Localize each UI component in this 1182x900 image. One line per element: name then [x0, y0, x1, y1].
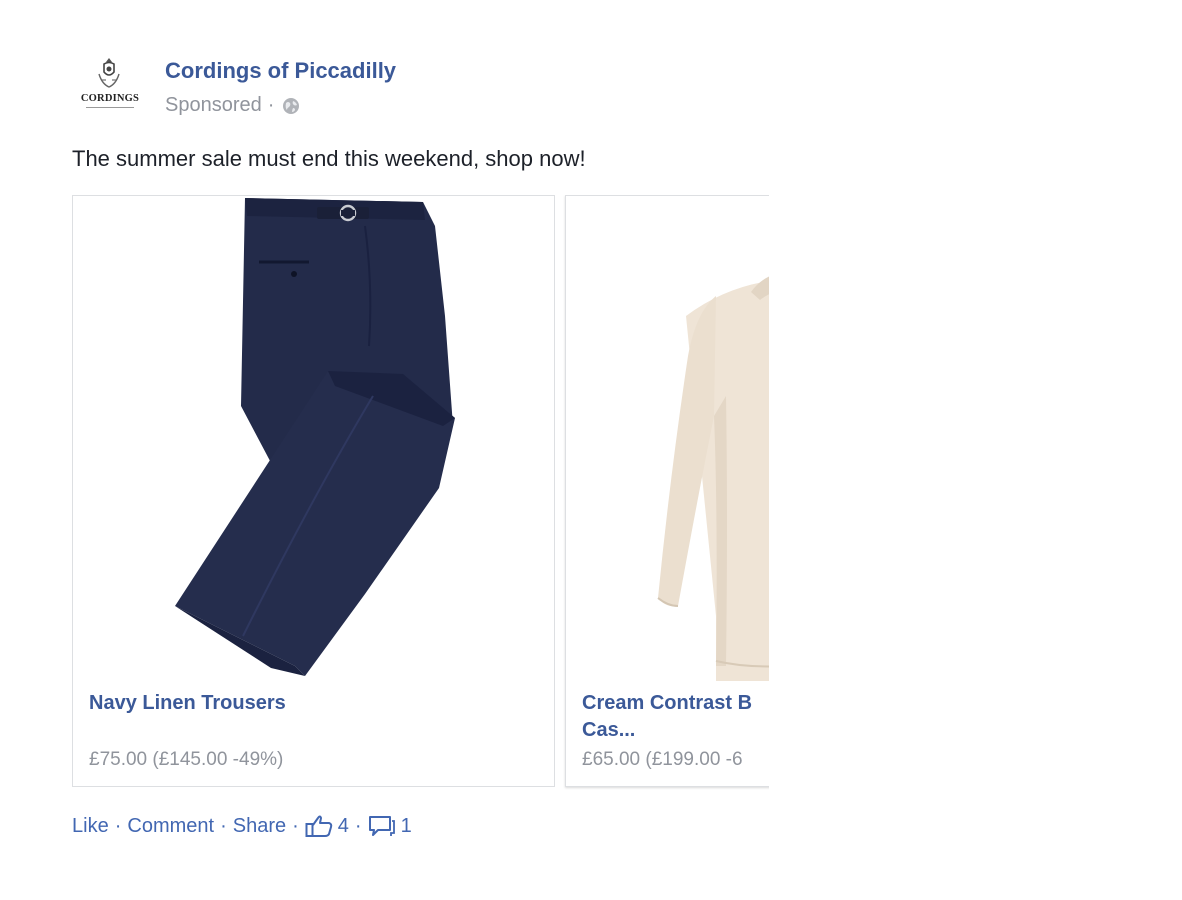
- card-price: £65.00 (£199.00 -6: [582, 749, 743, 770]
- action-separator: ·: [114, 814, 122, 837]
- sponsored-label[interactable]: Sponsored: [165, 94, 262, 117]
- like-link[interactable]: Like: [72, 815, 109, 838]
- post-message: The summer sale must end this weekend, s…: [72, 146, 586, 171]
- action-separator: ·: [354, 814, 362, 837]
- jumper-illustration: [657, 276, 769, 681]
- avatar-wordmark: CORDINGS: [80, 93, 140, 104]
- page-name-link[interactable]: Cordings of Piccadilly: [165, 58, 396, 84]
- action-separator: ·: [220, 814, 227, 837]
- comment-bubble-icon[interactable]: [368, 814, 396, 838]
- action-separator: ·: [292, 814, 299, 837]
- product-image-cream-jumper[interactable]: [566, 196, 769, 681]
- page-avatar[interactable]: CORDINGS: [70, 56, 150, 118]
- comment-link[interactable]: Comment: [127, 815, 214, 838]
- carousel-card[interactable]: Cream Contrast B Cas... £65.00 (£199.00 …: [565, 195, 769, 787]
- post-actions: Like · Comment · Share · 4 · 1: [72, 814, 412, 838]
- share-link[interactable]: Share: [233, 815, 286, 838]
- trousers-illustration: [175, 198, 455, 676]
- card-title-line-1: Cream Contrast B: [582, 692, 753, 714]
- card-title-line-2: Cas...: [582, 719, 636, 741]
- crest-icon: [98, 58, 120, 88]
- sponsored-post: CORDINGS Cordings of Piccadilly Sponsore…: [0, 0, 1182, 900]
- avatar-underline: [86, 107, 134, 108]
- card-price: £75.00 (£145.00 -49%): [89, 749, 284, 770]
- comment-count[interactable]: 1: [401, 815, 412, 838]
- card-title[interactable]: Cream Contrast B Cas...: [582, 690, 769, 744]
- product-image-navy-trousers[interactable]: [73, 196, 554, 681]
- thumbs-up-icon[interactable]: [305, 814, 333, 838]
- meta-separator: ·: [267, 94, 275, 116]
- card-title[interactable]: Navy Linen Trousers: [89, 690, 529, 717]
- product-carousel[interactable]: Navy Linen Trousers £75.00 (£145.00 -49%…: [72, 195, 769, 790]
- carousel-card[interactable]: Navy Linen Trousers £75.00 (£145.00 -49%…: [72, 195, 555, 787]
- post-meta: Sponsored ·: [165, 94, 300, 117]
- like-count[interactable]: 4: [338, 815, 349, 838]
- globe-icon[interactable]: [282, 97, 300, 115]
